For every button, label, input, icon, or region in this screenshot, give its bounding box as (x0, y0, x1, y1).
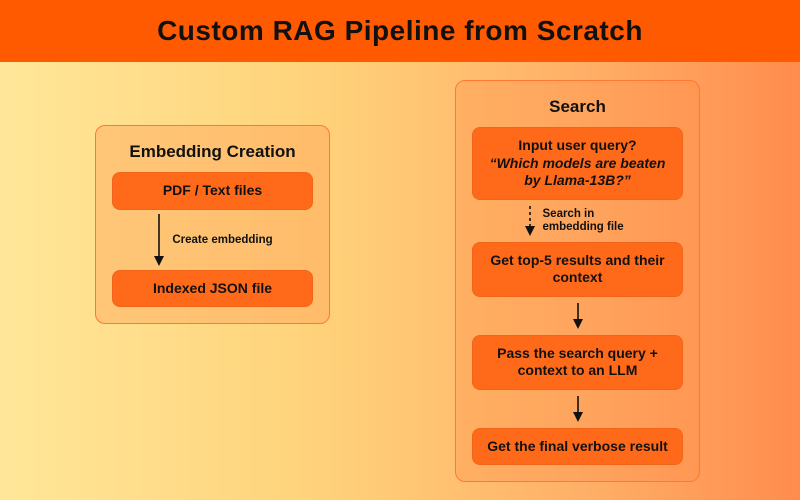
panel-search: Search Input user query? “Which models a… (455, 80, 700, 482)
diagram-canvas: Custom RAG Pipeline from Scratch Embeddi… (0, 0, 800, 500)
arrow-down-icon (523, 206, 537, 236)
node-input-query-line1: Input user query? (484, 137, 671, 155)
node-top5-results: Get top-5 results and their context (472, 242, 683, 297)
arrow-down-icon (571, 396, 585, 422)
panel-search-title: Search (472, 97, 683, 117)
node-input-query: Input user query? “Which models are beat… (472, 127, 683, 200)
arrow-label-create-embedding: Create embedding (172, 234, 272, 246)
node-indexed-json-file: Indexed JSON file (112, 270, 313, 308)
arrow-down-icon (571, 303, 585, 329)
panel-embedding-title: Embedding Creation (112, 142, 313, 162)
arrow-down-icon (152, 214, 166, 266)
title-bar: Custom RAG Pipeline from Scratch (0, 0, 800, 62)
page-title: Custom RAG Pipeline from Scratch (157, 15, 643, 47)
arrow-label-search-embedding: Search in embedding file (543, 208, 633, 233)
node-pass-to-llm: Pass the search query + context to an LL… (472, 335, 683, 390)
node-pdf-text-files: PDF / Text files (112, 172, 313, 210)
node-final-result: Get the final verbose result (472, 428, 683, 466)
panel-embedding-creation: Embedding Creation PDF / Text files Crea… (95, 125, 330, 324)
node-input-query-line2: “Which models are beaten by Llama-13B?” (484, 155, 671, 190)
